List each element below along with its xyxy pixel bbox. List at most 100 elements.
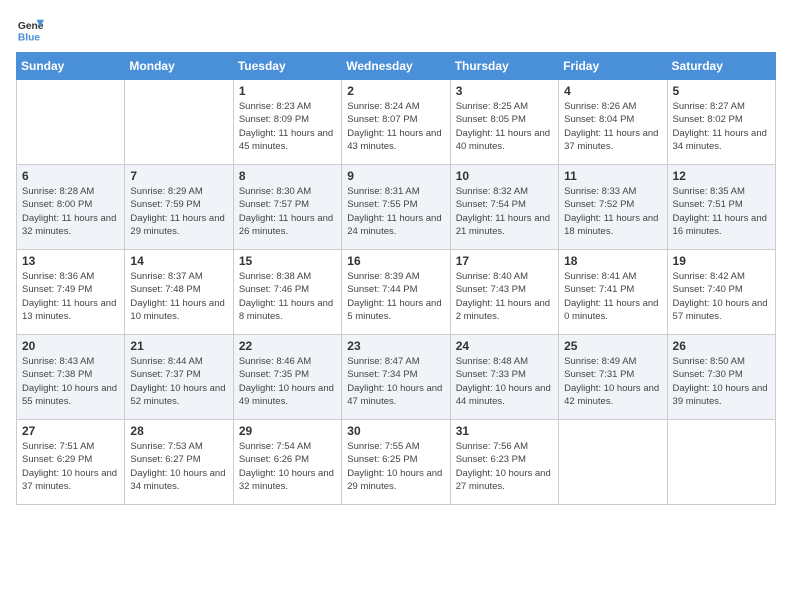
calendar-cell: 27Sunrise: 7:51 AM Sunset: 6:29 PM Dayli…: [17, 420, 125, 505]
day-number: 29: [239, 424, 336, 438]
calendar-cell: 23 Sunrise: 8:47 AM Sunset: 7:34 PM Dayli…: [342, 335, 450, 420]
day-info: Sunrise: 8:25 AM Sunset: 8:05 PM Dayligh…: [456, 100, 553, 153]
day-info: Sunrise: 8:47 AM Sunset: 7:34 PM Dayligh…: [347, 355, 444, 408]
day-number: 17: [456, 254, 553, 268]
calendar-cell: 11 Sunrise: 8:33 AM Sunset: 7:52 PM Dayli…: [559, 165, 667, 250]
day-number: 23: [347, 339, 444, 353]
day-info: Sunrise: 7:54 AM Sunset: 6:26 PM Dayligh…: [239, 440, 336, 493]
day-info: Sunrise: 8:29 AM Sunset: 7:59 PM Dayligh…: [130, 185, 227, 238]
day-number: 31: [456, 424, 553, 438]
calendar-cell: 31 Sunrise: 7:56 AM Sunset: 6:23 PM Dayli…: [450, 420, 558, 505]
calendar-cell: 13Sunrise: 8:36 AM Sunset: 7:49 PM Dayli…: [17, 250, 125, 335]
svg-text:Blue: Blue: [18, 32, 41, 43]
day-info: Sunrise: 8:48 AM Sunset: 7:33 PM Dayligh…: [456, 355, 553, 408]
day-number: 18: [564, 254, 661, 268]
day-info: Sunrise: 8:38 AM Sunset: 7:46 PM Dayligh…: [239, 270, 336, 323]
day-info: Sunrise: 8:39 AM Sunset: 7:44 PM Dayligh…: [347, 270, 444, 323]
day-info: Sunrise: 8:50 AM Sunset: 7:30 PM Dayligh…: [673, 355, 770, 408]
day-number: 11: [564, 169, 661, 183]
day-number: 26: [673, 339, 770, 353]
calendar-cell: 18Sunrise: 8:41 AM Sunset: 7:41 PM Dayli…: [559, 250, 667, 335]
column-header-saturday: Saturday: [667, 53, 775, 80]
day-number: 5: [673, 84, 770, 98]
calendar-cell: 14 Sunrise: 8:37 AM Sunset: 7:48 PM Dayli…: [125, 250, 233, 335]
column-header-tuesday: Tuesday: [233, 53, 341, 80]
calendar-cell: [667, 420, 775, 505]
calendar-cell: 8 Sunrise: 8:30 AM Sunset: 7:57 PM Daylig…: [233, 165, 341, 250]
calendar-cell: 19 Sunrise: 8:42 AM Sunset: 7:40 PM Dayli…: [667, 250, 775, 335]
day-info: Sunrise: 8:23 AM Sunset: 8:09 PM Dayligh…: [239, 100, 336, 153]
page-header: General Blue: [16, 16, 776, 44]
day-info: Sunrise: 8:28 AM Sunset: 8:00 PM Dayligh…: [22, 185, 119, 238]
day-info: Sunrise: 8:35 AM Sunset: 7:51 PM Dayligh…: [673, 185, 770, 238]
day-info: Sunrise: 8:27 AM Sunset: 8:02 PM Dayligh…: [673, 100, 770, 153]
day-number: 24: [456, 339, 553, 353]
calendar-cell: 6 Sunrise: 8:28 AM Sunset: 8:00 PM Daylig…: [17, 165, 125, 250]
calendar-cell: 22 Sunrise: 8:46 AM Sunset: 7:35 PM Dayli…: [233, 335, 341, 420]
calendar-cell: 12 Sunrise: 8:35 AM Sunset: 7:51 PM Dayli…: [667, 165, 775, 250]
day-number: 7: [130, 169, 227, 183]
week-row-5: 27Sunrise: 7:51 AM Sunset: 6:29 PM Dayli…: [17, 420, 776, 505]
calendar-cell: 30 Sunrise: 7:55 AM Sunset: 6:25 PM Dayli…: [342, 420, 450, 505]
day-info: Sunrise: 8:44 AM Sunset: 7:37 PM Dayligh…: [130, 355, 227, 408]
calendar-cell: 26 Sunrise: 8:50 AM Sunset: 7:30 PM Dayli…: [667, 335, 775, 420]
calendar-cell: 28 Sunrise: 7:53 AM Sunset: 6:27 PM Dayli…: [125, 420, 233, 505]
calendar-cell: 20 Sunrise: 8:43 AM Sunset: 7:38 PM Dayli…: [17, 335, 125, 420]
day-number: 21: [130, 339, 227, 353]
calendar-cell: 29 Sunrise: 7:54 AM Sunset: 6:26 PM Dayli…: [233, 420, 341, 505]
week-row-2: 6 Sunrise: 8:28 AM Sunset: 8:00 PM Daylig…: [17, 165, 776, 250]
calendar-cell: 9 Sunrise: 8:31 AM Sunset: 7:55 PM Daylig…: [342, 165, 450, 250]
day-number: 6: [22, 169, 119, 183]
calendar-cell: 2 Sunrise: 8:24 AM Sunset: 8:07 PM Daylig…: [342, 80, 450, 165]
day-number: 13: [22, 254, 119, 268]
logo: General Blue: [16, 16, 48, 44]
day-number: 30: [347, 424, 444, 438]
column-header-wednesday: Wednesday: [342, 53, 450, 80]
day-info: Sunrise: 8:42 AM Sunset: 7:40 PM Dayligh…: [673, 270, 770, 323]
day-number: 20: [22, 339, 119, 353]
day-info: Sunrise: 8:30 AM Sunset: 7:57 PM Dayligh…: [239, 185, 336, 238]
calendar-cell: 16Sunrise: 8:39 AM Sunset: 7:44 PM Dayli…: [342, 250, 450, 335]
calendar-cell: 17 Sunrise: 8:40 AM Sunset: 7:43 PM Dayli…: [450, 250, 558, 335]
day-number: 4: [564, 84, 661, 98]
day-number: 28: [130, 424, 227, 438]
column-header-friday: Friday: [559, 53, 667, 80]
column-header-sunday: Sunday: [17, 53, 125, 80]
day-number: 9: [347, 169, 444, 183]
day-number: 22: [239, 339, 336, 353]
calendar-header-row: SundayMondayTuesdayWednesdayThursdayFrid…: [17, 53, 776, 80]
day-info: Sunrise: 8:24 AM Sunset: 8:07 PM Dayligh…: [347, 100, 444, 153]
day-info: Sunrise: 7:55 AM Sunset: 6:25 PM Dayligh…: [347, 440, 444, 493]
day-number: 14: [130, 254, 227, 268]
week-row-4: 20 Sunrise: 8:43 AM Sunset: 7:38 PM Dayli…: [17, 335, 776, 420]
day-number: 8: [239, 169, 336, 183]
day-number: 27: [22, 424, 119, 438]
day-info: Sunrise: 8:33 AM Sunset: 7:52 PM Dayligh…: [564, 185, 661, 238]
day-info: Sunrise: 7:56 AM Sunset: 6:23 PM Dayligh…: [456, 440, 553, 493]
calendar-cell: 15 Sunrise: 8:38 AM Sunset: 7:46 PM Dayli…: [233, 250, 341, 335]
day-number: 25: [564, 339, 661, 353]
calendar-cell: [559, 420, 667, 505]
day-info: Sunrise: 7:53 AM Sunset: 6:27 PM Dayligh…: [130, 440, 227, 493]
day-info: Sunrise: 8:26 AM Sunset: 8:04 PM Dayligh…: [564, 100, 661, 153]
week-row-3: 13Sunrise: 8:36 AM Sunset: 7:49 PM Dayli…: [17, 250, 776, 335]
day-number: 15: [239, 254, 336, 268]
calendar-cell: 5 Sunrise: 8:27 AM Sunset: 8:02 PM Daylig…: [667, 80, 775, 165]
day-number: 19: [673, 254, 770, 268]
day-info: Sunrise: 8:43 AM Sunset: 7:38 PM Dayligh…: [22, 355, 119, 408]
day-info: Sunrise: 8:32 AM Sunset: 7:54 PM Dayligh…: [456, 185, 553, 238]
day-info: Sunrise: 8:37 AM Sunset: 7:48 PM Dayligh…: [130, 270, 227, 323]
calendar-cell: 7 Sunrise: 8:29 AM Sunset: 7:59 PM Daylig…: [125, 165, 233, 250]
calendar-cell: 1Sunrise: 8:23 AM Sunset: 8:09 PM Daylig…: [233, 80, 341, 165]
calendar-cell: 10Sunrise: 8:32 AM Sunset: 7:54 PM Dayli…: [450, 165, 558, 250]
day-info: Sunrise: 8:49 AM Sunset: 7:31 PM Dayligh…: [564, 355, 661, 408]
calendar-cell: [125, 80, 233, 165]
day-info: Sunrise: 8:40 AM Sunset: 7:43 PM Dayligh…: [456, 270, 553, 323]
day-info: Sunrise: 8:31 AM Sunset: 7:55 PM Dayligh…: [347, 185, 444, 238]
week-row-1: 1Sunrise: 8:23 AM Sunset: 8:09 PM Daylig…: [17, 80, 776, 165]
column-header-thursday: Thursday: [450, 53, 558, 80]
day-number: 2: [347, 84, 444, 98]
day-info: Sunrise: 8:46 AM Sunset: 7:35 PM Dayligh…: [239, 355, 336, 408]
day-number: 12: [673, 169, 770, 183]
calendar-cell: 25 Sunrise: 8:49 AM Sunset: 7:31 PM Dayli…: [559, 335, 667, 420]
